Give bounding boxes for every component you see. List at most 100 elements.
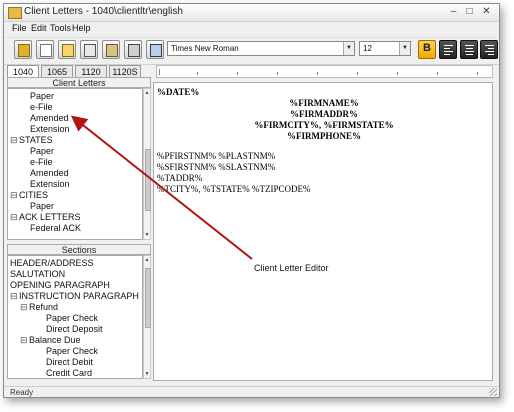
collapse-icon[interactable]: ⊟ (20, 335, 28, 345)
align-right-button[interactable] (480, 40, 498, 59)
menu-tools[interactable]: Tools (50, 23, 71, 33)
section-header-address[interactable]: HEADER/ADDRESS (10, 258, 94, 268)
scrollbar-thumb[interactable] (145, 149, 151, 211)
export-button[interactable] (146, 40, 164, 59)
tree-item-federal-ack[interactable]: Federal ACK (30, 223, 81, 233)
align-center-button[interactable] (460, 40, 478, 59)
chevron-down-icon[interactable]: ▼ (343, 42, 354, 55)
scroll-down-icon[interactable]: ▼ (144, 231, 150, 239)
tab-1065[interactable]: 1065 (41, 65, 73, 77)
print-button[interactable] (124, 40, 142, 59)
client-letters-window: Client Letters - 1040\clientltr\english … (3, 3, 500, 398)
tab-1120[interactable]: 1120 (75, 65, 107, 77)
paste-button[interactable] (102, 40, 120, 59)
bold-button[interactable]: B (418, 40, 436, 59)
bold-label: B (423, 42, 431, 54)
collapse-icon[interactable]: ⊟ (10, 135, 18, 145)
ruler (156, 65, 493, 78)
editor-line-taxpayer-city[interactable]: %TCITY%, %TSTATE% %TZIPCODE% (157, 184, 311, 194)
tree-item-states[interactable]: ⊟STATES (10, 135, 53, 145)
section-balance-due[interactable]: ⊟Balance Due (20, 335, 81, 345)
client-letters-tree: Paper e-File Amended Extension ⊟STATES P… (7, 88, 143, 240)
section-label: INSTRUCTION PARAGRAPH (19, 291, 139, 301)
sections-scrollbar[interactable]: ▲ ▼ (143, 255, 151, 379)
menu-help[interactable]: Help (72, 23, 91, 33)
tree-item-extension[interactable]: Extension (30, 124, 70, 134)
section-salutation[interactable]: SALUTATION (10, 269, 65, 279)
menu-edit[interactable]: Edit (31, 23, 47, 33)
client-letter-editor[interactable]: %DATE% %FIRMNAME% %FIRMADDR% %FIRMCITY%,… (153, 82, 493, 381)
font-select[interactable]: Times New Roman ▼ (167, 41, 355, 56)
editor-line-firmname[interactable]: %FIRMNAME% (154, 98, 494, 108)
copy-icon (84, 44, 96, 57)
section-paper-check[interactable]: Paper Check (46, 346, 98, 356)
section-refund[interactable]: ⊟Refund (20, 302, 58, 312)
align-right-icon (485, 45, 494, 57)
scroll-down-icon[interactable]: ▼ (144, 370, 150, 378)
tree-item-cities[interactable]: ⊟CITIES (10, 190, 48, 200)
scrollbar-thumb[interactable] (145, 268, 151, 328)
client-letters-scrollbar[interactable]: ▲ ▼ (143, 88, 151, 240)
minimize-button[interactable]: – (447, 6, 460, 17)
menu-bar: File Edit Tools Help (4, 22, 499, 36)
font-size-value: 12 (363, 44, 372, 53)
editor-line-firmphone[interactable]: %FIRMPHONE% (154, 131, 494, 141)
section-credit-card[interactable]: Credit Card (46, 368, 92, 378)
section-instruction-paragraph[interactable]: ⊟INSTRUCTION PARAGRAPH (10, 291, 139, 301)
sections-header: Sections (7, 244, 151, 255)
section-direct-deposit[interactable]: Direct Deposit (46, 324, 103, 334)
align-center-icon (465, 45, 474, 57)
tree-item-efile[interactable]: e-File (30, 102, 53, 112)
section-paper-check[interactable]: Paper Check (46, 313, 98, 323)
paste-icon (106, 44, 118, 57)
scroll-up-icon[interactable]: ▲ (144, 89, 150, 97)
status-text: Ready (10, 388, 34, 397)
tree-item-extension[interactable]: Extension (30, 179, 70, 189)
section-opening-paragraph[interactable]: OPENING PARAGRAPH (10, 280, 110, 290)
editor-line-taxpayer-address[interactable]: %TADDR% (157, 173, 202, 183)
callout-label: Client Letter Editor (254, 263, 329, 273)
tree-item-ack-letters[interactable]: ⊟ACK LETTERS (10, 212, 81, 222)
menu-file[interactable]: File (12, 23, 27, 33)
window-title: Client Letters - 1040\clientltr\english (24, 6, 183, 17)
collapse-icon[interactable]: ⊟ (20, 302, 28, 312)
toolbar: Times New Roman ▼ 12 ▼ B (4, 37, 499, 65)
tab-1040[interactable]: 1040 (7, 65, 39, 77)
editor-line-date[interactable]: %DATE% (157, 87, 199, 97)
collapse-icon[interactable]: ⊟ (10, 190, 18, 200)
editor-line-firmcity[interactable]: %FIRMCITY%, %FIRMSTATE% (154, 120, 494, 130)
tree-item-paper[interactable]: Paper (30, 146, 54, 156)
tree-item-label: STATES (19, 135, 53, 145)
font-size-select[interactable]: 12 ▼ (359, 41, 411, 56)
align-left-button[interactable] (439, 40, 457, 59)
new-button[interactable] (36, 40, 54, 59)
editor-line-spouse-name[interactable]: %SFIRSTNM% %SLASTNM% (157, 162, 275, 172)
tree-item-amended[interactable]: Amended (30, 113, 69, 123)
title-bar[interactable]: Client Letters - 1040\clientltr\english … (4, 4, 499, 22)
font-select-value: Times New Roman (171, 44, 239, 53)
tree-item-paper[interactable]: Paper (30, 91, 54, 101)
tree-item-efile[interactable]: e-File (30, 157, 53, 167)
maximize-button[interactable]: □ (463, 6, 476, 17)
copy-button[interactable] (80, 40, 98, 59)
collapse-icon[interactable]: ⊟ (10, 291, 18, 301)
resize-grip-icon[interactable] (489, 388, 497, 396)
editor-line-primary-name[interactable]: %PFIRSTNM% %PLASTNM% (157, 151, 275, 161)
open-button[interactable] (14, 40, 32, 59)
section-label: Balance Due (29, 335, 81, 345)
editor-line-firmaddr[interactable]: %FIRMADDR% (154, 109, 494, 119)
find-button[interactable] (58, 40, 76, 59)
scroll-up-icon[interactable]: ▲ (144, 256, 150, 264)
new-document-icon (40, 44, 52, 57)
close-button[interactable]: ✕ (480, 6, 493, 17)
chevron-down-icon[interactable]: ▼ (399, 42, 410, 55)
tab-1120s[interactable]: 1120S (109, 65, 141, 77)
print-icon (128, 44, 140, 57)
open-folder-icon (18, 44, 30, 57)
tree-item-amended[interactable]: Amended (30, 168, 69, 178)
sections-tree: HEADER/ADDRESS SALUTATION OPENING PARAGR… (7, 255, 143, 379)
collapse-icon[interactable]: ⊟ (10, 212, 18, 222)
client-letters-header: Client Letters (7, 77, 151, 88)
tree-item-paper[interactable]: Paper (30, 201, 54, 211)
section-direct-debit[interactable]: Direct Debit (46, 357, 93, 367)
